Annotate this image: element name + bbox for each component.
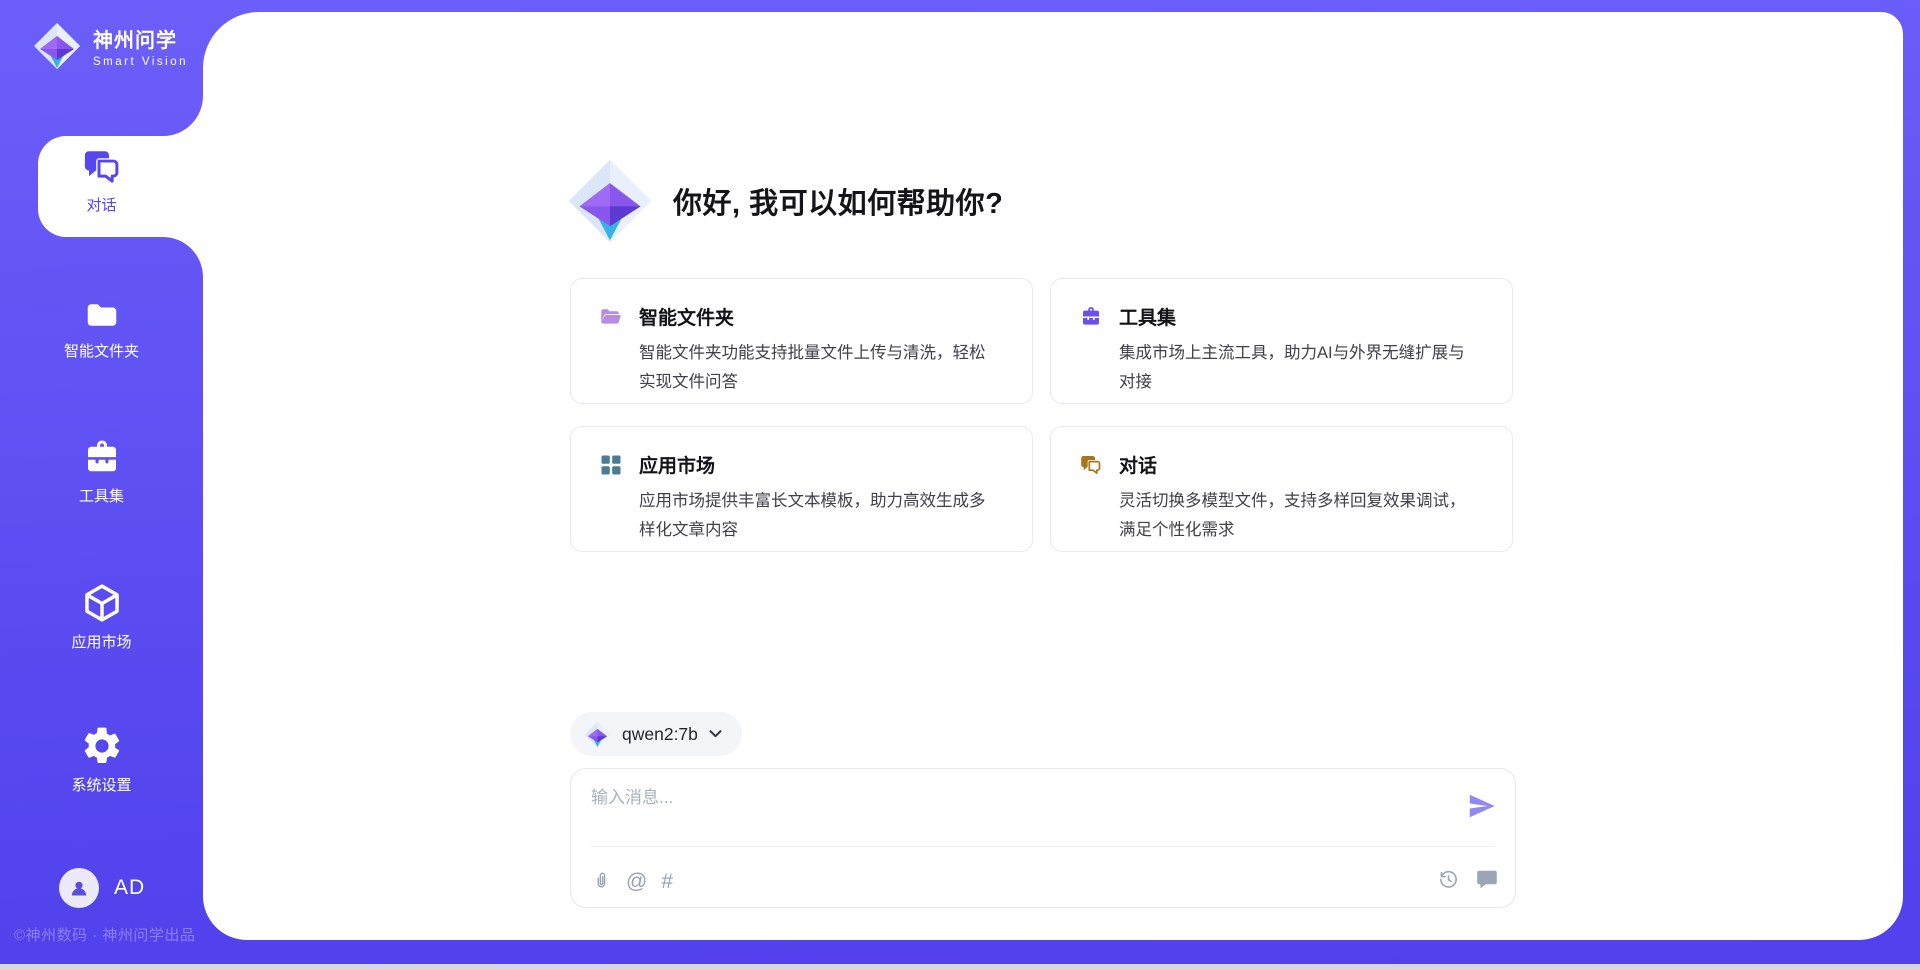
send-button[interactable] bbox=[1467, 791, 1497, 824]
brand-name: 神州问学 bbox=[93, 24, 188, 53]
card-app-market[interactable]: 应用市场 应用市场提供丰富长文本模板，助力高效生成多样化文章内容 bbox=[570, 426, 1033, 552]
conversation-button[interactable] bbox=[1475, 867, 1499, 894]
sidebar-item-label: 工具集 bbox=[79, 487, 124, 506]
sidebar-item-label: 对话 bbox=[86, 196, 116, 215]
message-composer: @ # bbox=[570, 768, 1516, 908]
app-root: { "app": { "name": "神州问学", "tagline": "S… bbox=[0, 0, 1920, 970]
gear-icon bbox=[80, 724, 124, 768]
chat-bubble-filled-icon bbox=[1475, 867, 1499, 891]
card-title: 工具集 bbox=[1119, 303, 1176, 330]
card-title: 应用市场 bbox=[639, 451, 715, 478]
model-diamond-logo-icon bbox=[584, 721, 611, 748]
app-grid-icon bbox=[599, 453, 623, 477]
attach-file-button[interactable] bbox=[591, 869, 612, 894]
chat-bubbles-icon bbox=[81, 146, 123, 188]
sidebar-item-tools[interactable]: 工具集 bbox=[0, 437, 203, 506]
card-description: 灵活切换多模型文件，支持多样回复效果调试，满足个性化需求 bbox=[1119, 487, 1471, 545]
greeting-diamond-logo-icon bbox=[567, 158, 653, 244]
card-toolset[interactable]: 工具集 集成市场上主流工具，助力AI与外界无缝扩展与对接 bbox=[1050, 278, 1513, 404]
card-description: 集成市场上主流工具，助力AI与外界无缝扩展与对接 bbox=[1119, 339, 1471, 397]
model-name: qwen2:7b bbox=[622, 724, 698, 745]
sidebar-footer: ©神州数码 · 神州问学出品 bbox=[14, 924, 195, 945]
history-button[interactable] bbox=[1437, 868, 1460, 894]
toolbox-icon bbox=[81, 437, 123, 479]
sidebar-item-label: 系统设置 bbox=[71, 776, 131, 795]
card-description: 智能文件夹功能支持批量文件上传与清洗，轻松实现文件问答 bbox=[639, 339, 991, 397]
feature-cards: 智能文件夹 智能文件夹功能支持批量文件上传与清洗，轻松实现文件问答 工具集 集成… bbox=[570, 278, 1513, 552]
toolbox-icon bbox=[1079, 305, 1103, 329]
greeting-title: 你好, 我可以如何帮助你? bbox=[673, 180, 1003, 222]
topic-button[interactable]: # bbox=[661, 870, 673, 894]
paperclip-icon bbox=[591, 869, 612, 891]
chat-bubbles-icon bbox=[1079, 453, 1103, 477]
model-selector[interactable]: qwen2:7b bbox=[570, 712, 742, 756]
at-icon: @ bbox=[626, 870, 647, 893]
avatar bbox=[59, 868, 99, 908]
sidebar-item-label: 智能文件夹 bbox=[64, 342, 139, 361]
sidebar-item-market[interactable]: 应用市场 bbox=[0, 581, 203, 652]
sidebar-item-label: 应用市场 bbox=[71, 633, 131, 652]
brand-tagline: Smart Vision bbox=[93, 56, 188, 68]
user-name: AD bbox=[114, 876, 145, 900]
mention-button[interactable]: @ bbox=[626, 870, 647, 894]
sidebar-item-chat[interactable]: 对话 bbox=[0, 146, 203, 215]
card-chat[interactable]: 对话 灵活切换多模型文件，支持多样回复效果调试，满足个性化需求 bbox=[1050, 426, 1513, 552]
main-panel: 你好, 我可以如何帮助你? 智能文件夹 智能文件夹功能支持批量文件上传与清洗，轻… bbox=[203, 12, 1903, 940]
brand-diamond-logo-icon bbox=[33, 22, 81, 70]
user-profile-button[interactable]: AD bbox=[59, 868, 145, 908]
folder-icon bbox=[83, 296, 121, 334]
card-title: 对话 bbox=[1119, 451, 1157, 478]
window-bottom-edge bbox=[0, 964, 1920, 970]
composer-divider bbox=[591, 846, 1495, 847]
greeting: 你好, 我可以如何帮助你? bbox=[567, 158, 1003, 244]
sidebar-item-folders[interactable]: 智能文件夹 bbox=[0, 296, 203, 361]
history-icon bbox=[1437, 868, 1460, 891]
card-smart-folders[interactable]: 智能文件夹 智能文件夹功能支持批量文件上传与清洗，轻松实现文件问答 bbox=[570, 278, 1033, 404]
card-title: 智能文件夹 bbox=[639, 303, 734, 330]
cube-icon bbox=[80, 581, 124, 625]
hash-icon: # bbox=[661, 870, 673, 893]
message-input[interactable] bbox=[591, 783, 1431, 841]
card-description: 应用市场提供丰富长文本模板，助力高效生成多样化文章内容 bbox=[639, 487, 991, 545]
send-icon bbox=[1467, 791, 1497, 821]
folder-open-icon bbox=[599, 305, 623, 329]
brand: 神州问学 Smart Vision bbox=[33, 22, 188, 70]
person-icon bbox=[67, 876, 91, 900]
chevron-down-icon bbox=[709, 730, 722, 738]
sidebar-item-settings[interactable]: 系统设置 bbox=[0, 724, 203, 795]
